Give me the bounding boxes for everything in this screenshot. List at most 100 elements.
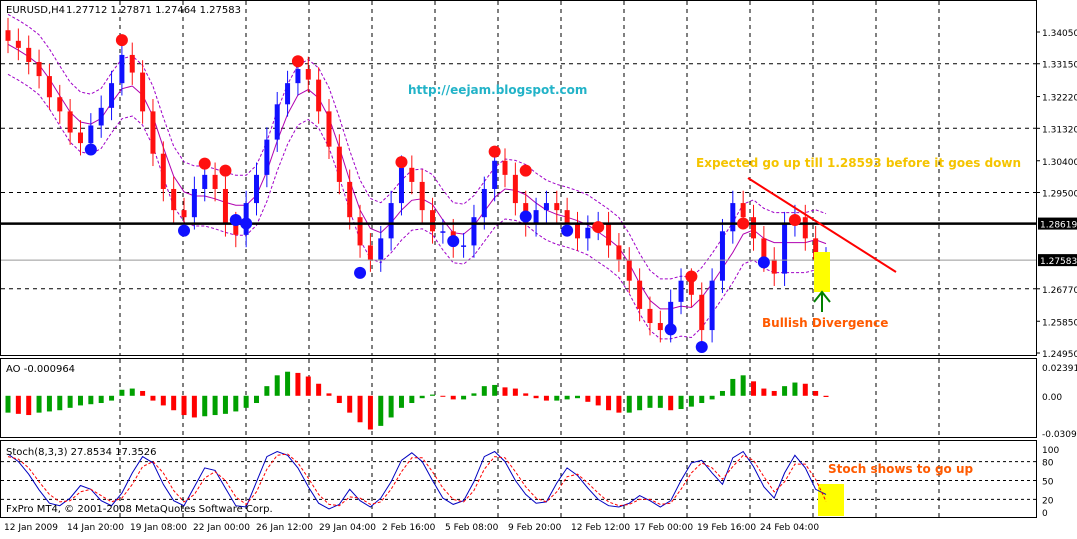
fractal-up-dot — [488, 145, 501, 158]
ao-bar — [813, 390, 819, 396]
ao-bar — [398, 395, 404, 408]
ao-bar — [802, 383, 808, 396]
ao-bar — [222, 395, 228, 414]
ao-bar — [171, 395, 177, 411]
candle-body — [171, 188, 177, 211]
candle-body — [657, 323, 663, 331]
price-tag-label: 1.27583 — [1040, 257, 1077, 267]
candle-body — [222, 188, 228, 225]
time-tick-label: 29 Jan 04:00 — [319, 523, 376, 533]
time-tick-label: 12 Jan 2009 — [4, 523, 58, 533]
price-tick-label: 1.25850 — [1042, 318, 1077, 328]
candle-body — [160, 153, 166, 189]
ao-bar — [36, 395, 42, 413]
ao-bar — [15, 395, 21, 414]
fractal-up-dot — [291, 55, 304, 68]
candle-body — [481, 188, 487, 218]
candle-body — [502, 160, 508, 175]
ao-bar — [191, 395, 197, 418]
ao-bar — [109, 395, 115, 401]
candle-body — [388, 203, 394, 239]
candle-body — [336, 146, 342, 182]
fractal-down-dot — [354, 266, 367, 279]
fractal-down-dot — [447, 235, 460, 248]
candle-body — [409, 167, 415, 182]
fractal-up-dot — [737, 217, 750, 230]
candle-body — [15, 40, 21, 48]
price-tick-label: 1.33150 — [1042, 61, 1077, 71]
candle-body — [398, 167, 404, 204]
time-tick-label: 2 Feb 16:00 — [382, 523, 436, 533]
candle-body — [471, 217, 477, 246]
candle-body — [264, 139, 270, 175]
trading-chart-window: 1.34050 1.33150 1.32220 1.31320 1.30400 1.295… — [0, 0, 1077, 535]
ao-bar — [606, 395, 612, 411]
stoch-label: Stoch(8,3,3) 27.8534 17.3526 — [6, 447, 157, 458]
ao-bar — [637, 395, 643, 411]
candle-body — [709, 280, 715, 331]
chart-canvas[interactable]: 1.34050 1.33150 1.32220 1.31320 1.30400 1.295… — [0, 0, 1077, 535]
ao-bar — [678, 395, 684, 410]
time-tick-label: 22 Jan 00:00 — [193, 523, 250, 533]
candle-body — [430, 210, 436, 232]
candle-body — [730, 203, 736, 232]
stoch-tick-label: 0 — [1042, 509, 1048, 519]
candle-body — [616, 245, 622, 260]
ao-bar — [440, 395, 446, 397]
price-tick-label: 1.31320 — [1042, 125, 1077, 135]
candle-body — [492, 160, 498, 189]
candle-body — [678, 280, 684, 302]
price-tick-label: 1.30400 — [1042, 158, 1077, 168]
ao-bar — [98, 395, 104, 404]
candle-body — [699, 294, 705, 331]
ao-bar — [461, 395, 467, 400]
candle-body — [461, 245, 467, 247]
ao-bar — [699, 395, 705, 404]
ao-bar — [212, 395, 218, 416]
stoch-tick-label: 50 — [1042, 478, 1054, 488]
ao-bar — [471, 393, 477, 396]
candle-body — [574, 224, 580, 239]
ao-bar — [709, 395, 715, 400]
ao-bar — [668, 395, 674, 411]
ao-bar — [274, 375, 280, 396]
candle-body — [378, 238, 384, 260]
ao-bar — [347, 395, 353, 413]
candle-body — [285, 83, 291, 105]
ao-bar — [554, 395, 560, 401]
candle-body — [77, 132, 83, 144]
ao-bar — [595, 395, 601, 406]
ao-bar — [688, 395, 694, 407]
price-tick-label: 1.32220 — [1042, 94, 1077, 104]
ao-bar — [533, 395, 539, 399]
fractal-up-dot — [115, 34, 128, 47]
ao-bar — [160, 395, 166, 406]
ao-bar — [254, 395, 260, 404]
ao-bar — [616, 395, 622, 413]
candle-body — [626, 259, 632, 281]
candle-body — [585, 227, 591, 239]
candle-body — [512, 174, 518, 204]
candle-body — [5, 30, 11, 41]
ao-bar — [430, 394, 436, 396]
candle-body — [533, 210, 539, 225]
candle-body — [637, 280, 643, 309]
candle-body — [543, 203, 549, 211]
candle-body — [326, 111, 332, 147]
candle-body — [212, 174, 218, 189]
ao-bar — [233, 395, 239, 412]
ao-bar — [409, 395, 415, 404]
candle-body — [46, 76, 52, 98]
fractal-up-dot — [788, 214, 801, 227]
time-tick-label: 24 Feb 04:00 — [760, 523, 819, 533]
ao-bar — [378, 395, 384, 426]
time-tick-label: 19 Feb 16:00 — [697, 523, 756, 533]
ao-tick-label: 0.02391 — [1042, 364, 1077, 374]
ao-bar — [77, 395, 83, 406]
candle-body — [88, 125, 94, 144]
blog-url: http://eejam.blogspot.com — [408, 83, 587, 97]
ao-bar — [67, 395, 73, 408]
chart-background — [0, 0, 1077, 535]
fractal-up-dot — [395, 156, 408, 169]
candle-body — [129, 54, 135, 73]
